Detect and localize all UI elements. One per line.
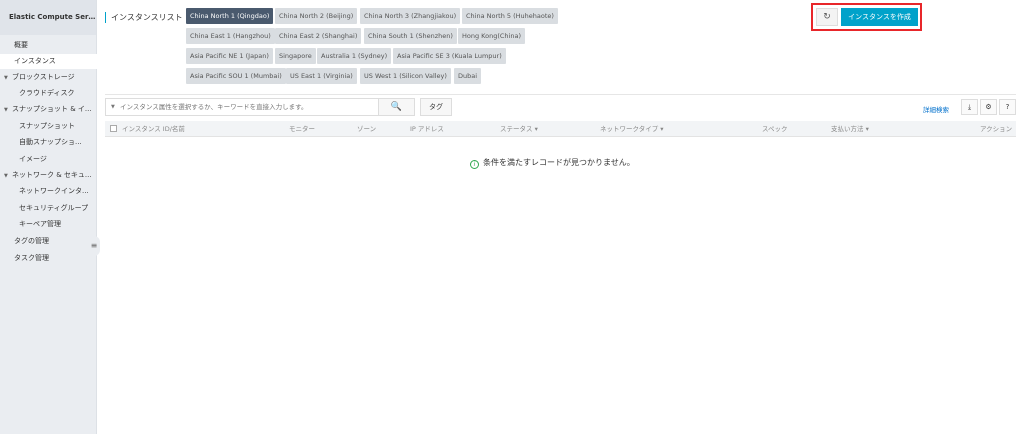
region-tag[interactable]: China East 2 (Shanghai) (275, 28, 362, 44)
sidebar-item-tags[interactable]: タグの管理 (0, 234, 97, 249)
sidebar-item-network-interfaces[interactable]: ネットワークインタ... (0, 184, 97, 199)
sidebar-title[interactable]: Elastic Compute Serv... (0, 0, 96, 35)
sidebar-item-instances[interactable]: インスタンス (0, 54, 97, 69)
column-header-ip: IP アドレス (410, 125, 444, 133)
column-header-status[interactable]: ステータス ▾ (500, 121, 538, 137)
sidebar-item-label: クラウドディスク (19, 89, 75, 97)
select-all-checkbox[interactable] (110, 125, 117, 132)
gear-icon: ⚙ (985, 103, 992, 111)
column-header-zone: ゾーン (357, 125, 377, 133)
sidebar-item-key-pairs[interactable]: キーペア管理 (0, 217, 97, 232)
expand-triangle-icon: ▼ (4, 107, 8, 113)
refresh-icon: ↻ (823, 12, 831, 22)
sidebar-item-tasks[interactable]: タスク管理 (0, 251, 97, 266)
help-icon: ? (1005, 103, 1010, 111)
sidebar-item-label: ネットワークインタ... (19, 187, 89, 195)
sidebar-item-network-security[interactable]: ▼ ネットワーク & セキュ... (0, 168, 97, 183)
region-tag[interactable]: Asia Pacific NE 1 (Japan) (186, 48, 273, 64)
sidebar-item-snapshots[interactable]: スナップショット (0, 119, 97, 134)
sidebar-item-block-storage[interactable]: ▼ ブロックストレージ (0, 70, 97, 85)
region-tag[interactable]: Dubai (454, 68, 482, 84)
sidebar-item-overview[interactable]: 概要 (0, 38, 97, 53)
sidebar-item-label: ネットワーク & セキュ... (12, 171, 92, 179)
main-content: インスタンスリスト China North 1 (Qingdao) China … (97, 0, 1024, 434)
search-button[interactable]: 🔍 (379, 98, 415, 116)
region-tag[interactable]: Asia Pacific SE 3 (Kuala Lumpur) (393, 48, 506, 64)
settings-button[interactable]: ⚙ (980, 99, 997, 115)
sidebar-item-label: スナップショット & イ... (12, 105, 92, 113)
region-tag[interactable]: Singapore (275, 48, 316, 64)
sidebar-item-label: インスタンス (14, 57, 56, 65)
sidebar-item-snapshots-images[interactable]: ▼ スナップショット & イ... (0, 102, 97, 117)
empty-state-message: i 条件を満たすレコードが見つかりません。 (470, 157, 635, 169)
refresh-button[interactable]: ↻ (816, 8, 838, 26)
sidebar-item-images[interactable]: イメージ (0, 152, 97, 167)
column-header-monitor: モニター (289, 125, 315, 133)
region-tag[interactable]: US East 1 (Virginia) (286, 68, 357, 84)
info-icon: i (470, 160, 479, 169)
sidebar-item-label: スナップショット (19, 122, 75, 130)
export-button[interactable]: ⤓ (961, 99, 978, 115)
region-tag[interactable]: China South 1 (Shenzhen) (364, 28, 457, 44)
sidebar-item-label: イメージ (19, 155, 47, 163)
region-tag[interactable]: US West 1 (Silicon Valley) (360, 68, 451, 84)
create-instance-button[interactable]: インスタンスを作成 (841, 8, 918, 26)
region-tag[interactable]: Hong Kong(China) (458, 28, 525, 44)
column-header-payment[interactable]: 支払い方法 ▾ (831, 121, 869, 137)
help-button[interactable]: ? (999, 99, 1016, 115)
sidebar-item-cloud-disks[interactable]: クラウドディスク (0, 86, 97, 101)
sidebar: Elastic Compute Serv... 概要 インスタンス ▼ ブロックス… (0, 0, 97, 434)
advanced-search-link[interactable]: 詳細検索 (923, 104, 949, 114)
sidebar-item-label: ブロックストレージ (12, 73, 75, 81)
divider (105, 94, 1016, 95)
expand-triangle-icon: ▼ (4, 75, 8, 81)
column-header-actions: アクション (980, 125, 1013, 133)
sidebar-item-label: キーペア管理 (19, 220, 61, 228)
sidebar-item-auto-snapshot[interactable]: 自動スナップショ... (0, 135, 97, 150)
region-tag[interactable]: China East 1 (Hangzhou) (186, 28, 275, 44)
sidebar-item-label: 概要 (14, 41, 28, 49)
region-tag[interactable]: Australia 1 (Sydney) (317, 48, 392, 64)
search-icon: 🔍 (390, 102, 403, 112)
column-header-spec: スペック (762, 125, 788, 133)
sidebar-item-label: タスク管理 (14, 254, 49, 262)
search-box: ▼ (105, 98, 379, 116)
region-tag-active[interactable]: China North 1 (Qingdao) (186, 8, 274, 24)
region-tag[interactable]: Asia Pacific SOU 1 (Mumbai) (186, 68, 286, 84)
sidebar-item-security-groups[interactable]: セキュリティグループ (0, 201, 97, 216)
sidebar-item-label: 自動スナップショ... (19, 138, 82, 146)
sidebar-item-label: タグの管理 (14, 237, 49, 245)
column-header-network-type[interactable]: ネットワークタイプ ▾ (600, 121, 664, 137)
column-header-instance-id: インスタンス ID/名前 (122, 125, 185, 133)
tag-button[interactable]: タグ (420, 98, 452, 116)
search-input[interactable] (120, 100, 370, 114)
region-tag[interactable]: China North 3 (Zhangjiakou) (360, 8, 461, 24)
sidebar-item-label: セキュリティグループ (19, 204, 89, 212)
download-icon: ⤓ (967, 103, 972, 111)
region-tag[interactable]: China North 5 (Huhehaote) (462, 8, 558, 24)
table-header: インスタンス ID/名前 モニター ゾーン IP アドレス ステータス ▾ ネッ… (105, 121, 1016, 137)
page-title: インスタンスリスト (105, 12, 183, 23)
expand-triangle-icon: ▼ (4, 173, 8, 179)
caret-down-icon[interactable]: ▼ (111, 99, 115, 115)
region-tag[interactable]: China North 2 (Beijing) (275, 8, 358, 24)
empty-state-text: 条件を満たすレコードが見つかりません。 (483, 158, 635, 167)
